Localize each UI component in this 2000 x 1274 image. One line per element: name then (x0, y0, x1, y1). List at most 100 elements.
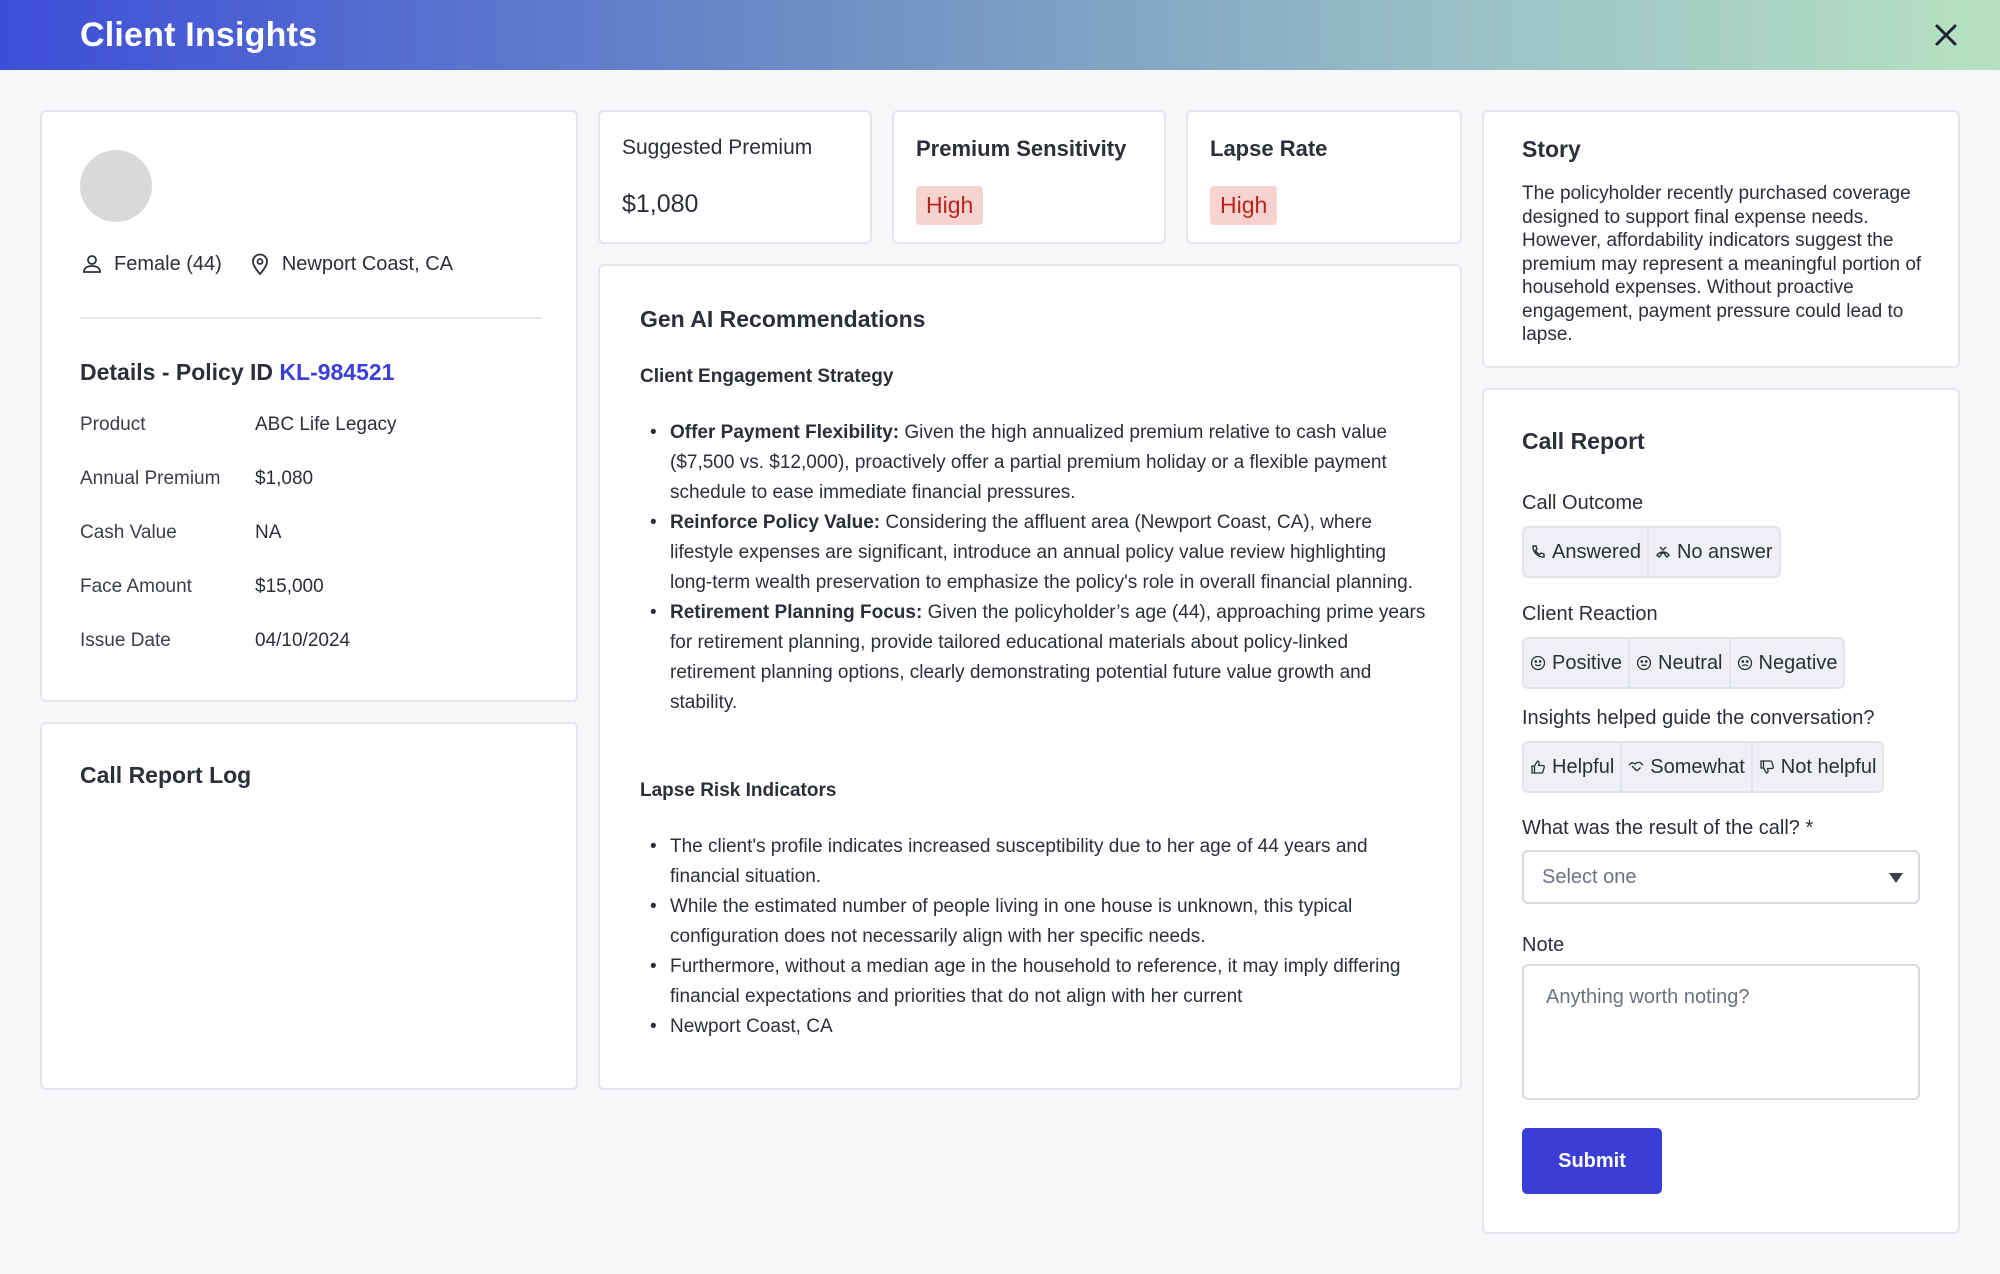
location-pin-icon (251, 253, 268, 276)
suggested-premium-value: $1,080 (622, 190, 699, 218)
divider (80, 317, 542, 319)
story-text: The policyholder recently purchased cove… (1522, 183, 1922, 345)
suggested-premium-card: Suggested Premium $1,080 (598, 110, 872, 244)
detail-label: Issue Date (80, 630, 171, 651)
detail-row-face-amount: Face Amount $15,000 (80, 576, 324, 598)
call-result-label: What was the result of the call? * (1522, 817, 1814, 839)
profile-card: Female (44) Newport Coast, CA Details - … (40, 110, 578, 702)
detail-row-annual-premium: Annual Premium $1,080 (80, 468, 313, 490)
window-header: Client Insights (0, 0, 2000, 70)
item-heading: Offer Payment Flexibility: (670, 422, 900, 443)
detail-row-issue-date: Issue Date 04/10/2024 (80, 630, 350, 652)
client-meta: Female (44) Newport Coast, CA (80, 252, 479, 276)
details-title: Details - Policy ID KL-984521 (80, 359, 394, 386)
lapse-risk-title: Lapse Risk Indicators (640, 780, 837, 801)
person-icon (83, 255, 101, 273)
detail-label: Annual Premium (80, 468, 221, 489)
outcome-no-answer-label: No answer (1676, 540, 1773, 563)
location-label: Newport Coast, CA (281, 252, 453, 275)
lapse-rate-label: Lapse Rate (1210, 136, 1328, 161)
list-item: Furthermore, without a median age in the… (640, 952, 1430, 1012)
call-result-placeholder: Select one (1542, 865, 1637, 888)
thumbs-down-icon (1760, 760, 1774, 774)
chevron-down-icon (1889, 873, 1903, 883)
detail-value: NA (255, 522, 282, 543)
call-outcome-label: Call Outcome (1522, 492, 1644, 514)
story-card: Story The policyholder recently purchase… (1482, 110, 1960, 368)
list-item: Offer Payment Flexibility: Given the hig… (640, 418, 1430, 508)
lapse-rate-card: Lapse Rate High (1186, 110, 1462, 244)
list-item: Newport Coast, CA (640, 1012, 1430, 1042)
list-item: Retirement Planning Focus: Given the pol… (640, 598, 1430, 718)
avatar (80, 150, 152, 222)
call-report-title: Call Report (1522, 428, 1645, 454)
insights-helpful-button[interactable]: Helpful (1524, 743, 1623, 791)
insights-not-helpful-button[interactable]: Not helpful (1753, 743, 1883, 791)
call-outcome-group: Answered No answer (1522, 526, 1781, 578)
note-textarea[interactable] (1522, 964, 1920, 1100)
item-heading: Retirement Planning Focus: (670, 602, 923, 623)
lapse-rate-badge: High (1210, 186, 1278, 225)
story-title: Story (1522, 136, 1581, 162)
engagement-list: Offer Payment Flexibility: Given the hig… (640, 418, 1430, 718)
insights-helped-group: Helpful Somewhat Not helpful (1522, 741, 1885, 793)
outcome-no-answer-button[interactable]: No answer (1649, 528, 1779, 576)
call-report-log-card: Call Report Log (40, 722, 578, 1090)
reaction-neutral-button[interactable]: Neutral (1630, 639, 1731, 687)
insights-helpful-label: Helpful (1552, 755, 1615, 778)
detail-value: ABC Life Legacy (255, 414, 397, 435)
call-report-card: Call Report Call Outcome Answered No ans… (1482, 388, 1960, 1234)
reaction-positive-button[interactable]: Positive (1524, 639, 1631, 687)
client-reaction-group: Positive Neutral Negative (1522, 637, 1846, 689)
detail-value: $1,080 (255, 468, 314, 489)
insights-somewhat-button[interactable]: Somewhat (1622, 743, 1753, 791)
item-heading: Reinforce Policy Value: (670, 512, 881, 533)
reaction-negative-button[interactable]: Negative (1731, 639, 1844, 687)
phone-missed-icon (1656, 546, 1670, 558)
note-label: Note (1522, 934, 1565, 956)
insights-helped-label: Insights helped guide the conversation? (1522, 707, 1875, 729)
client-reaction-label: Client Reaction (1522, 603, 1658, 625)
detail-row-product: Product ABC Life Legacy (80, 414, 397, 436)
premium-sensitivity-card: Premium Sensitivity High (892, 110, 1166, 244)
reaction-negative-label: Negative (1758, 651, 1838, 674)
neutral-face-icon (1636, 655, 1652, 671)
recommendations-title: Gen AI Recommendations (640, 306, 926, 332)
gender-age-label: Female (44) (114, 252, 222, 275)
handshake-icon (1628, 761, 1644, 772)
detail-label: Face Amount (80, 576, 192, 597)
policy-id-link[interactable]: KL-984521 (279, 359, 394, 385)
outcome-answered-button[interactable]: Answered (1524, 528, 1649, 576)
phone-icon (1532, 545, 1545, 558)
lapse-risk-list: The client's profile indicates increased… (640, 832, 1430, 1042)
close-icon[interactable] (1928, 17, 1964, 53)
suggested-premium-label: Suggested Premium (622, 136, 813, 159)
details-title-prefix: Details - Policy ID (80, 359, 280, 385)
window-title: Client Insights (80, 15, 318, 54)
submit-button[interactable]: Submit (1522, 1128, 1662, 1194)
reaction-positive-label: Positive (1552, 651, 1623, 674)
detail-label: Product (80, 414, 146, 435)
frown-icon (1737, 655, 1752, 671)
list-item: While the estimated number of people liv… (640, 892, 1430, 952)
reaction-neutral-label: Neutral (1658, 651, 1723, 674)
call-result-select[interactable]: Select one (1522, 850, 1920, 904)
detail-value: 04/10/2024 (255, 630, 351, 651)
thumbs-up-icon (1531, 760, 1545, 774)
detail-value: $15,000 (255, 576, 324, 597)
call-report-log-title: Call Report Log (80, 762, 252, 788)
insights-somewhat-label: Somewhat (1650, 755, 1745, 778)
premium-sensitivity-badge: High (916, 186, 984, 225)
smile-icon (1530, 655, 1546, 671)
list-item: Reinforce Policy Value: Considering the … (640, 508, 1430, 598)
detail-row-cash-value: Cash Value NA (80, 522, 281, 544)
insights-not-helpful-label: Not helpful (1780, 755, 1877, 778)
premium-sensitivity-label: Premium Sensitivity (916, 136, 1127, 161)
location: Newport Coast, CA (248, 252, 453, 276)
outcome-answered-label: Answered (1552, 540, 1641, 563)
engagement-strategy-title: Client Engagement Strategy (640, 366, 894, 387)
gender-age: Female (44) (80, 252, 222, 276)
detail-label: Cash Value (80, 522, 177, 543)
list-item: The client's profile indicates increased… (640, 832, 1430, 892)
recommendations-card: Gen AI Recommendations Client Engagement… (598, 264, 1462, 1090)
